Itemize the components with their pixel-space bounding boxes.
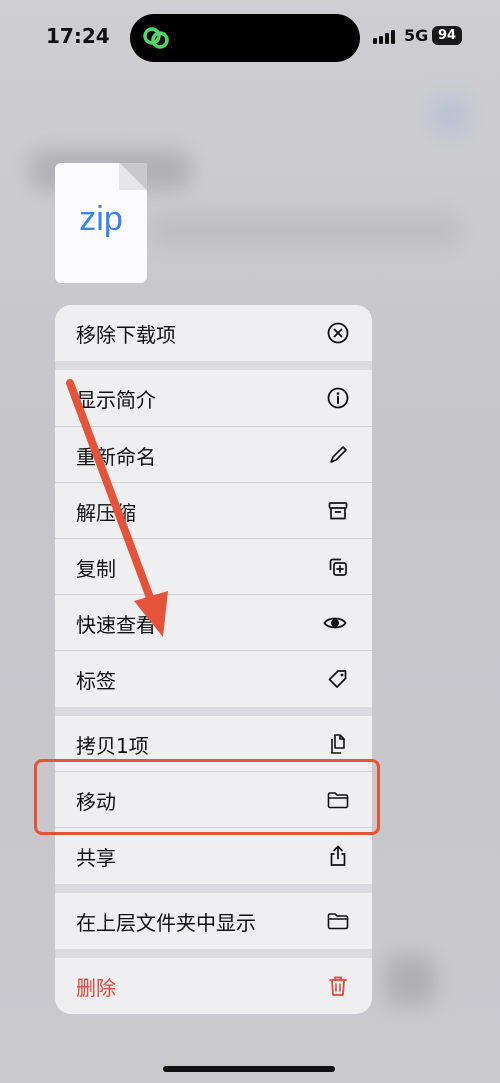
copy-doc-icon	[331, 734, 345, 754]
trash-icon	[329, 976, 347, 996]
eye-icon	[323, 617, 347, 629]
annotation-highlight-box	[34, 759, 380, 835]
share-icon	[330, 845, 346, 866]
menu-item-uncompress[interactable]: 解压缩	[55, 483, 372, 539]
menu-item-remove-download[interactable]: 移除下载项	[55, 305, 372, 361]
signal-icon	[373, 30, 395, 44]
blurred-search	[150, 212, 460, 248]
dynamic-island	[130, 14, 360, 62]
menu-item-share[interactable]: 共享	[55, 828, 372, 884]
battery-indicator: 94	[432, 26, 462, 45]
menu-item-label: 重新命名	[76, 444, 156, 469]
archive-icon	[328, 502, 348, 520]
status-time: 17:24	[46, 24, 110, 48]
menu-item-label: 拷贝1项	[76, 733, 149, 758]
home-indicator	[163, 1066, 335, 1072]
tag-icon	[328, 670, 347, 688]
menu-item-label: 删除	[76, 975, 116, 1000]
menu-item-label: 解压缩	[76, 500, 136, 525]
menu-item-label: 复制	[76, 556, 116, 581]
duplicate-icon	[329, 558, 347, 576]
link-rings-icon	[143, 27, 169, 49]
menu-item-label: 共享	[76, 845, 116, 870]
menu-item-label: 快速查看	[76, 612, 156, 637]
network-type: 5G	[404, 26, 429, 45]
menu-item-get-info[interactable]: 显示简介	[55, 370, 372, 426]
menu-item-tags[interactable]: 标签	[55, 651, 372, 707]
menu-item-rename[interactable]: 重新命名	[55, 427, 372, 483]
menu-item-delete[interactable]: 删除	[55, 958, 372, 1014]
blurred-button	[430, 95, 470, 135]
file-extension-label: zip	[79, 200, 123, 238]
x-circle-icon	[327, 322, 349, 344]
context-menu: 移除下载项 显示简介 重新命名 解压缩 复制 快速查看 标签 拷贝1项 移动 共…	[55, 305, 372, 1014]
pencil-icon	[330, 446, 347, 463]
section-gap	[55, 361, 372, 370]
blurred-tab	[385, 955, 435, 1005]
menu-item-label: 移除下载项	[76, 322, 176, 347]
info-icon	[327, 387, 349, 409]
status-bar: 17:24 5G 94	[0, 0, 500, 76]
section-gap	[55, 707, 372, 716]
menu-item-duplicate[interactable]: 复制	[55, 539, 372, 595]
menu-item-quick-look[interactable]: 快速查看	[55, 595, 372, 651]
section-gap	[55, 949, 372, 958]
section-gap	[55, 884, 372, 893]
menu-item-label: 在上层文件夹中显示	[76, 910, 256, 935]
menu-item-show-in-enclosing-folder[interactable]: 在上层文件夹中显示	[55, 893, 372, 949]
file-fold-corner	[119, 163, 147, 190]
menu-item-label: 显示简介	[76, 387, 156, 412]
menu-item-label: 标签	[76, 668, 116, 693]
folder-icon	[327, 913, 349, 930]
